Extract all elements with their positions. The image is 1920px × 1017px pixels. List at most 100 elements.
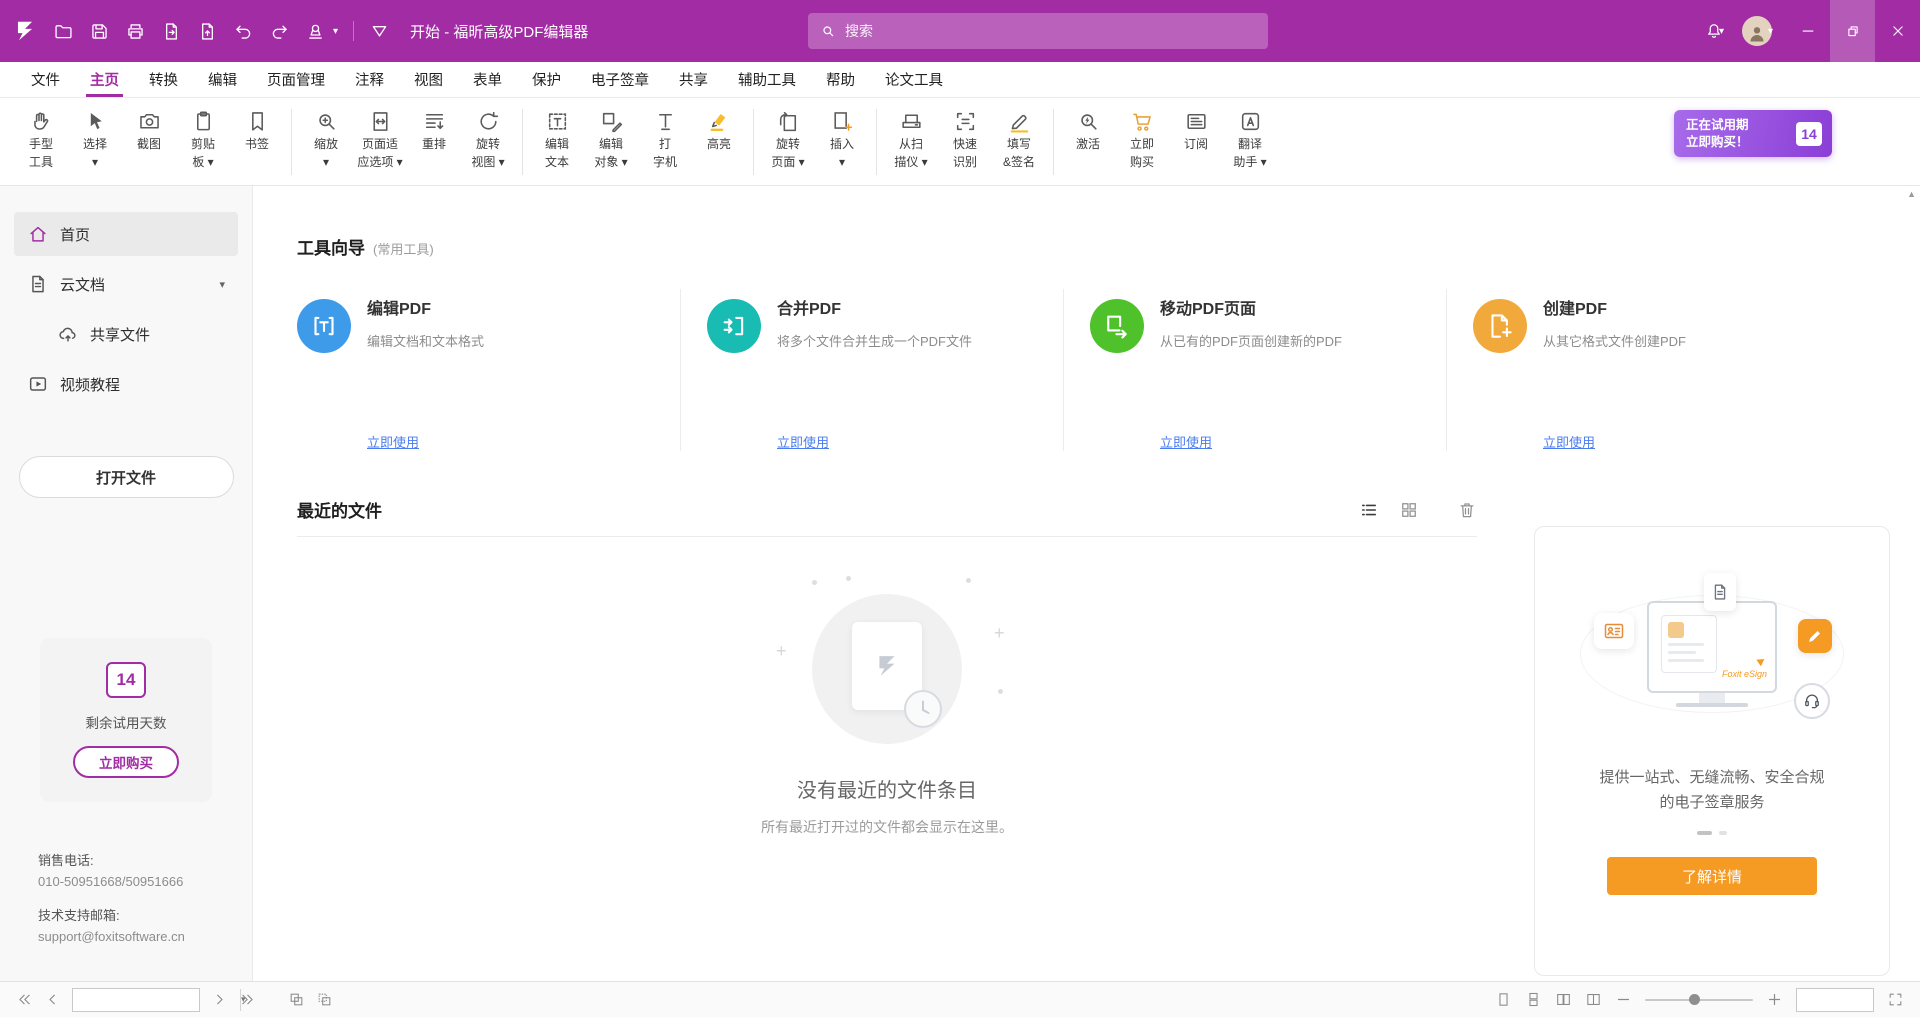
- select-area-button[interactable]: [316, 991, 333, 1008]
- zoom-level-input[interactable]: [1797, 989, 1873, 1011]
- ribbon-item[interactable]: 截图: [122, 107, 176, 170]
- carousel-dots[interactable]: [1697, 831, 1727, 835]
- chevron-down-icon[interactable]: ▾: [333, 26, 338, 37]
- ribbon-item[interactable]: 订阅: [1169, 107, 1223, 170]
- ribbon-item[interactable]: [1053, 109, 1054, 175]
- zoom-slider[interactable]: [1645, 991, 1753, 1009]
- buy-now-button[interactable]: 立即购买: [73, 746, 179, 778]
- zoom-slider-thumb[interactable]: [1689, 994, 1700, 1005]
- menu-item[interactable]: 转换: [134, 62, 193, 97]
- ribbon-item[interactable]: [522, 109, 523, 175]
- learn-more-button[interactable]: 了解详情: [1607, 857, 1817, 895]
- snapshot-button[interactable]: [288, 991, 305, 1008]
- menu-item[interactable]: 保护: [517, 62, 576, 97]
- menu-item[interactable]: 主页: [75, 62, 134, 97]
- ribbon-item[interactable]: 翻译 助手 ▾: [1223, 107, 1277, 170]
- ribbon-item[interactable]: [291, 109, 292, 175]
- support-email-value[interactable]: support@foxitsoftware.cn: [38, 929, 252, 944]
- ribbon-item[interactable]: 编辑 文本: [530, 107, 584, 170]
- sidebar-item[interactable]: 云文档 ▾: [14, 262, 238, 306]
- redo-icon[interactable]: [269, 21, 290, 42]
- ribbon-item[interactable]: 重排: [407, 107, 461, 170]
- menu-item[interactable]: 视图: [399, 62, 458, 97]
- sidebar-item[interactable]: 视频教程 ▾: [14, 362, 238, 406]
- ribbon-item[interactable]: 插入 ▾: [815, 107, 869, 170]
- customize-toolbar-icon[interactable]: [369, 21, 390, 42]
- first-page-button[interactable]: [16, 991, 33, 1008]
- ribbon-item[interactable]: [876, 109, 877, 175]
- ribbon-item[interactable]: 激活: [1061, 107, 1115, 170]
- tool-use-now-link[interactable]: 立即使用: [1160, 432, 1212, 451]
- tool-use-now-link[interactable]: 立即使用: [777, 432, 829, 451]
- print-icon[interactable]: [125, 21, 146, 42]
- zoom-level-box[interactable]: [1796, 988, 1874, 1012]
- book-view-button[interactable]: [1585, 991, 1602, 1008]
- ribbon-item[interactable]: 立即 购买: [1115, 107, 1169, 170]
- signature-tool-icon[interactable]: [305, 21, 326, 42]
- ribbon-item[interactable]: 旋转 页面 ▾: [761, 107, 815, 170]
- zoom-in-button[interactable]: [1766, 991, 1783, 1008]
- ribbon-item[interactable]: 选择 ▾: [68, 107, 122, 170]
- tool-use-now-link[interactable]: 立即使用: [1543, 432, 1595, 451]
- share-document-icon[interactable]: [197, 21, 218, 42]
- menu-item[interactable]: 注释: [340, 62, 399, 97]
- restore-button[interactable]: [1830, 0, 1875, 62]
- undo-icon[interactable]: [233, 21, 254, 42]
- menu-item[interactable]: 编辑: [193, 62, 252, 97]
- clear-recent-button[interactable]: [1457, 500, 1477, 520]
- menu-item[interactable]: 电子签章: [576, 62, 664, 97]
- ribbon-item[interactable]: 从扫 描仪 ▾: [884, 107, 938, 170]
- ribbon-item-label: 填写: [1007, 137, 1031, 152]
- carousel-dot-active[interactable]: [1697, 831, 1712, 835]
- menu-item[interactable]: 论文工具: [870, 62, 958, 97]
- open-file-icon[interactable]: [53, 21, 74, 42]
- page-number-box[interactable]: ▾: [72, 988, 200, 1012]
- recent-files-title: 最近的文件: [297, 497, 382, 522]
- menu-item[interactable]: 表单: [458, 62, 517, 97]
- chevron-down-icon[interactable]: ▾: [219, 278, 225, 291]
- notifications-button[interactable]: ▾: [1694, 21, 1734, 41]
- search-input[interactable]: [845, 23, 1256, 39]
- sidebar-item[interactable]: 共享文件 ▾: [44, 312, 238, 356]
- menu-item[interactable]: 辅助工具: [723, 62, 811, 97]
- open-file-button[interactable]: 打开文件: [19, 456, 234, 498]
- ribbon-item[interactable]: 书签: [230, 107, 284, 170]
- ribbon-item[interactable]: 高亮: [692, 107, 746, 170]
- ribbon-item[interactable]: 旋转 视图 ▾: [461, 107, 515, 170]
- close-button[interactable]: [1875, 0, 1920, 62]
- ribbon-item[interactable]: 填写 &签名: [992, 107, 1046, 170]
- ribbon-item[interactable]: 剪贴 板 ▾: [176, 107, 230, 170]
- menu-item[interactable]: 页面管理: [252, 62, 340, 97]
- menu-item[interactable]: 文件: [16, 62, 75, 97]
- continuous-view-button[interactable]: [1525, 991, 1542, 1008]
- ribbon-item[interactable]: 缩放 ▾: [299, 107, 353, 170]
- trial-buy-badge[interactable]: 正在试用期 立即购买！ 14: [1674, 110, 1832, 157]
- single-page-view-button[interactable]: [1495, 991, 1512, 1008]
- export-pdf-icon[interactable]: [161, 21, 182, 42]
- scroll-up-icon[interactable]: ▲: [1907, 189, 1916, 199]
- carousel-dot[interactable]: [1719, 831, 1727, 835]
- menu-item[interactable]: 帮助: [811, 62, 870, 97]
- save-icon[interactable]: [89, 21, 110, 42]
- menu-item[interactable]: 共享: [664, 62, 723, 97]
- ribbon-item[interactable]: 页面适 应选项 ▾: [353, 107, 407, 170]
- ribbon-item[interactable]: 手型 工具: [14, 107, 68, 170]
- tool-title: 创建PDF: [1543, 295, 1686, 319]
- search-bar[interactable]: [808, 13, 1268, 49]
- list-view-button[interactable]: [1359, 500, 1379, 520]
- ribbon-item[interactable]: [753, 109, 754, 175]
- ribbon-item[interactable]: 快速 识别: [938, 107, 992, 170]
- fullscreen-button[interactable]: [1887, 991, 1904, 1008]
- next-page-button[interactable]: [211, 991, 228, 1008]
- sidebar-item[interactable]: 首页 ▾: [14, 212, 238, 256]
- facing-view-button[interactable]: [1555, 991, 1572, 1008]
- account-menu[interactable]: ▾: [1734, 16, 1785, 46]
- tool-use-now-link[interactable]: 立即使用: [367, 432, 419, 451]
- zoom-out-button[interactable]: [1615, 991, 1632, 1008]
- ribbon-item[interactable]: 打 字机: [638, 107, 692, 170]
- previous-page-button[interactable]: [44, 991, 61, 1008]
- ribbon-item[interactable]: 编辑 对象 ▾: [584, 107, 638, 170]
- minimize-button[interactable]: [1785, 0, 1830, 62]
- grid-view-button[interactable]: [1399, 500, 1419, 520]
- last-page-button[interactable]: [239, 991, 256, 1008]
